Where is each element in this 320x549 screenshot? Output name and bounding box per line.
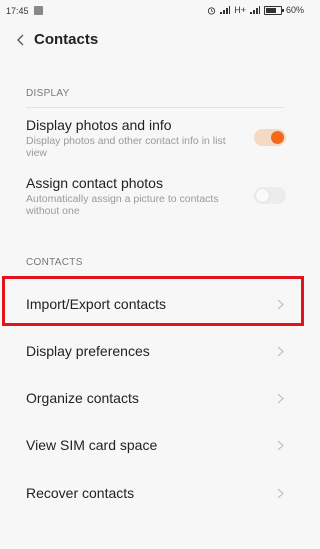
menu-item-import-export[interactable]: Import/Export contacts	[0, 281, 310, 327]
setting-display-photos[interactable]: Display photos and info Display photos a…	[26, 117, 286, 159]
menu-item-recover-contacts[interactable]: Recover contacts	[0, 470, 310, 516]
network-type: H+	[234, 5, 246, 15]
chevron-right-icon	[277, 488, 284, 499]
section-heading-display: DISPLAY	[26, 88, 70, 99]
menu-item-label: Import/Export contacts	[26, 296, 167, 312]
app-header: Contacts	[0, 22, 310, 58]
toggle-knob	[271, 131, 284, 144]
signal-icon	[220, 6, 231, 14]
battery-level: 60%	[285, 5, 304, 15]
status-icons: H+ 60%	[207, 5, 304, 15]
divider	[26, 107, 284, 108]
signal-icon-2	[249, 6, 260, 14]
menu-item-label: Organize contacts	[26, 390, 139, 406]
section-heading-contacts: CONTACTS	[26, 257, 83, 268]
setting-label: Display photos and info	[26, 117, 172, 133]
setting-description: Automatically assign a picture to contac…	[26, 193, 219, 217]
setting-description: Display photos and other contact info in…	[26, 135, 226, 159]
page-title: Contacts	[34, 31, 99, 48]
menu-item-label: View SIM card space	[26, 437, 158, 453]
notification-icon	[34, 6, 43, 15]
chevron-right-icon	[277, 393, 284, 404]
chevron-right-icon	[277, 299, 284, 310]
chevron-right-icon	[277, 346, 284, 357]
menu-item-display-preferences[interactable]: Display preferences	[0, 328, 310, 374]
battery-icon	[263, 5, 284, 15]
back-arrow-icon[interactable]	[14, 32, 28, 48]
display-photos-toggle[interactable]	[254, 129, 286, 146]
menu-item-sim-card-space[interactable]: View SIM card space	[0, 422, 310, 468]
status-bar: 17:45 H+ 60%	[0, 0, 310, 22]
chevron-right-icon	[277, 440, 284, 451]
setting-assign-photos[interactable]: Assign contact photos Automatically assi…	[26, 175, 286, 217]
menu-item-label: Display preferences	[26, 343, 150, 359]
menu-item-organize-contacts[interactable]: Organize contacts	[0, 375, 310, 421]
menu-item-label: Recover contacts	[26, 485, 135, 501]
status-time: 17:45	[6, 6, 29, 16]
assign-photos-toggle[interactable]	[254, 187, 286, 204]
toggle-knob	[256, 189, 269, 202]
setting-label: Assign contact photos	[26, 175, 163, 191]
alarm-icon	[208, 6, 216, 15]
